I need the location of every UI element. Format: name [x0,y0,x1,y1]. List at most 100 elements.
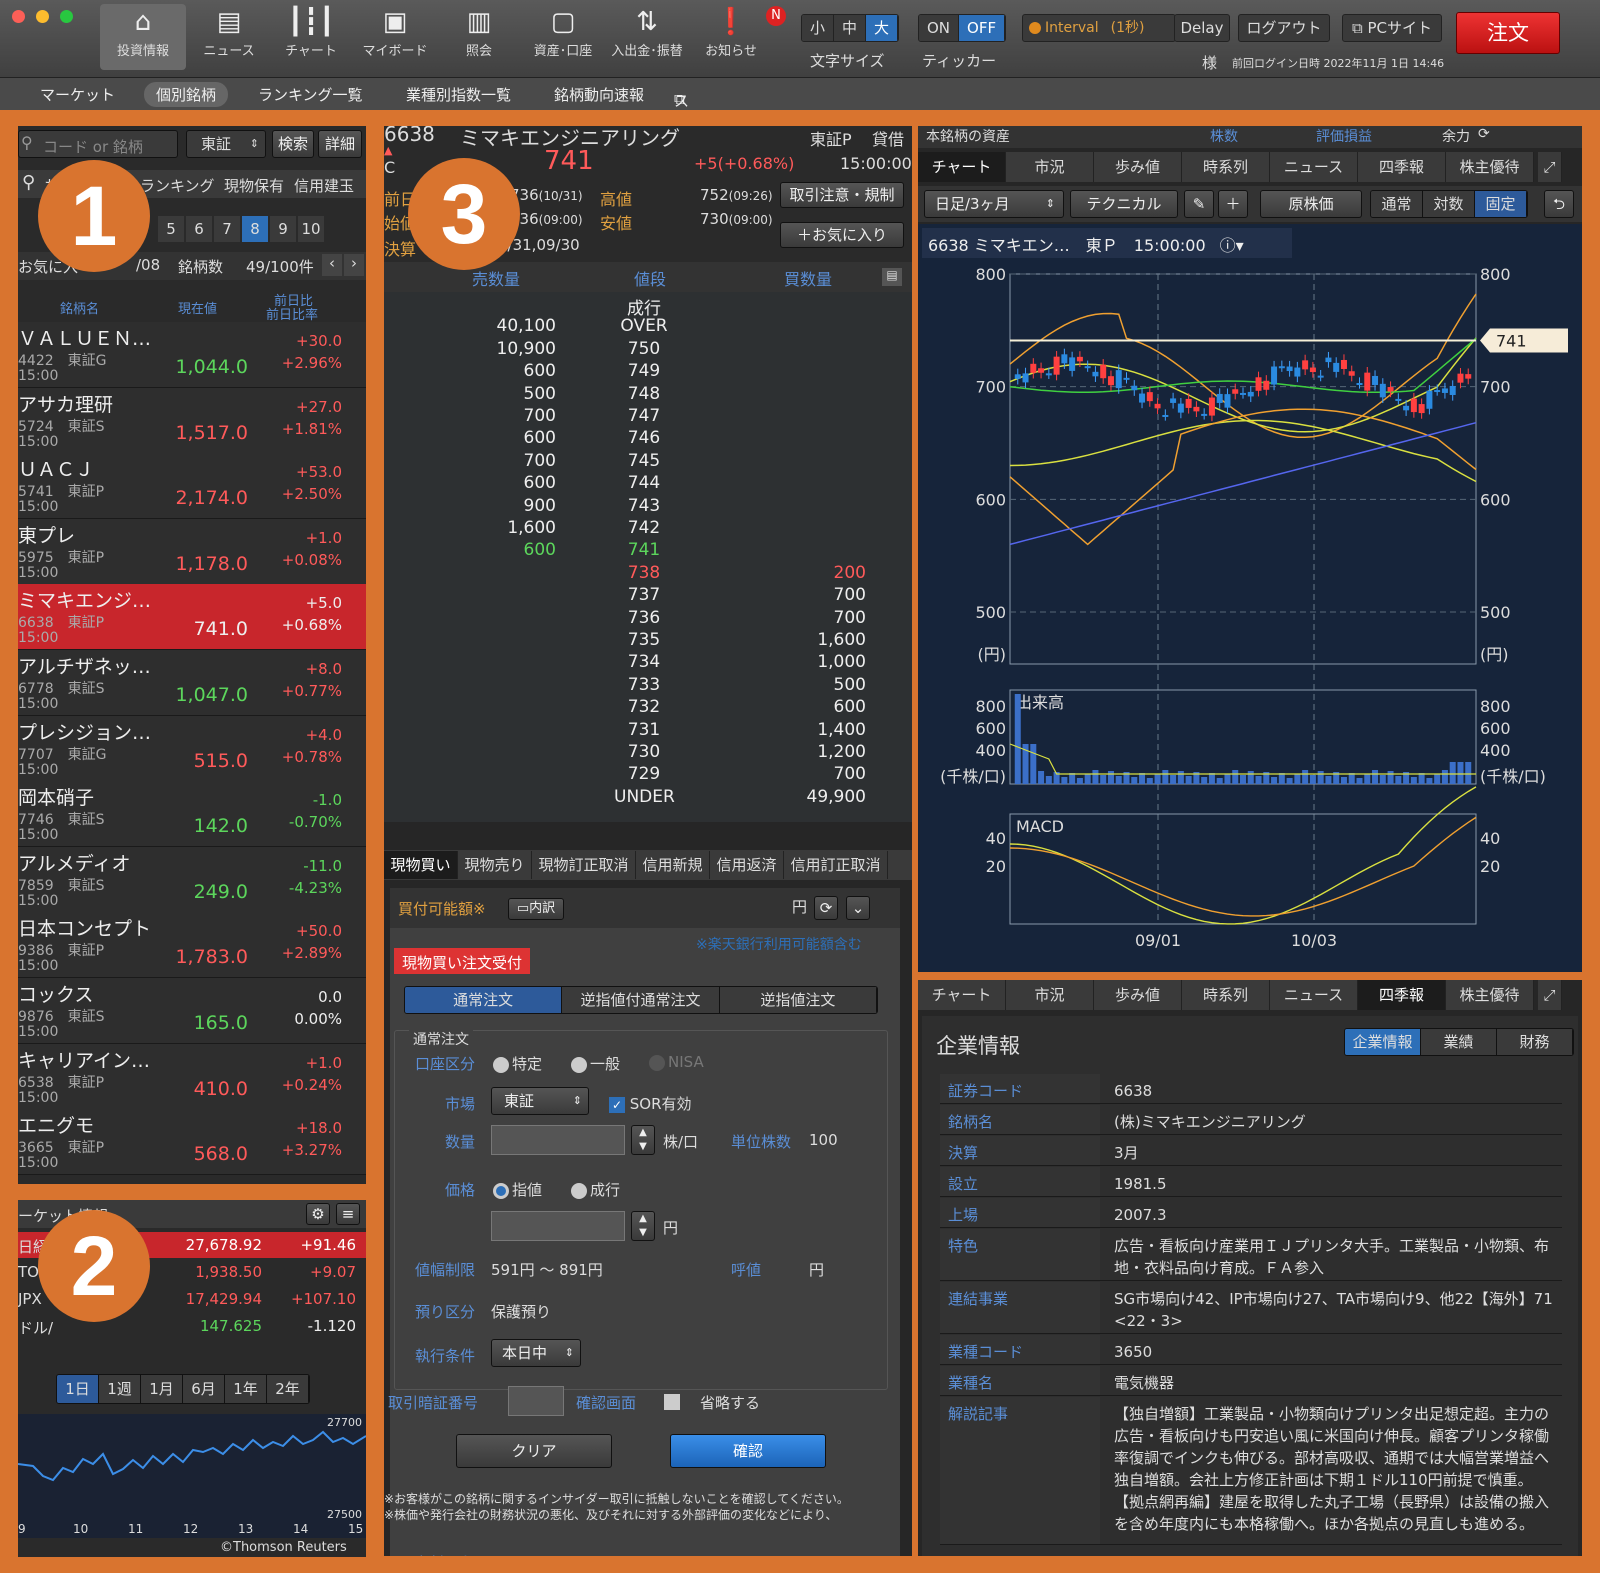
technical-button[interactable]: テクニカル [1070,190,1178,218]
toolbar-candlestick-button[interactable]: ┃┇┃ チャート [268,4,354,70]
order-type-tab[interactable]: 通常注文 [405,987,563,1013]
table-row[interactable]: 732 600 [384,697,904,720]
undo-icon[interactable]: ⮌ [1544,190,1574,218]
table-row[interactable]: 730 1,200 [384,742,904,765]
scale-mode-tab[interactable]: 通常 [1371,191,1423,217]
tab-info[interactable]: 株主優待 [1446,980,1534,1010]
maximize-window-icon[interactable] [60,10,73,23]
underlying-price-button[interactable]: 原株価 [1260,190,1362,218]
font-size-large[interactable]: 大 [866,15,899,41]
tab-info[interactable]: 時系列 [1182,980,1270,1010]
market-select[interactable]: 東証 ⇕ [186,130,266,158]
price-stepper[interactable]: ▲ ▼ [631,1211,655,1241]
table-row[interactable]: UNDER 49,900 [384,787,904,810]
table-row[interactable]: 1,600 742 [384,518,904,541]
page-9[interactable]: 9 [270,216,296,242]
search-button[interactable]: 検索 [272,130,314,158]
info-icon[interactable]: ⓘ▾ [1220,236,1244,255]
table-row[interactable]: 600 744 [384,473,904,496]
table-row[interactable]: 738 200 [384,563,904,586]
search-icon[interactable]: ⚲ [22,172,35,193]
collapse-icon[interactable]: ⌄ [846,896,870,920]
delay-button[interactable]: Delay [1174,14,1230,42]
range-tab[interactable]: 1週 [99,1375,141,1403]
list-item[interactable]: 東プレ 5975 東証P 15:00 1,178.0 +1.0 +0.08% [18,518,366,585]
add-icon[interactable]: ＋ [1218,190,1248,218]
refresh-icon[interactable]: ⟳ [814,896,838,920]
company-tab[interactable]: 企業情報 [1345,1029,1421,1055]
company-tab[interactable]: 業績 [1421,1029,1497,1055]
range-tab[interactable]: 2年 [267,1375,309,1403]
order-tab[interactable]: 現物売り [458,851,532,879]
ticker-toggle[interactable]: ON OFF [918,14,1007,42]
pin-input[interactable] [508,1386,564,1416]
condition-select[interactable]: 本日中 ⇕ [491,1339,581,1367]
table-row[interactable]: 600 749 [384,361,904,384]
font-size-small[interactable]: 小 [802,15,835,41]
order-tab[interactable]: 現物買い [384,851,458,879]
range-tab[interactable]: 1月 [141,1375,183,1403]
table-row[interactable]: 729 700 [384,764,904,787]
tab-chart[interactable]: チャート [918,152,1006,182]
ticker-off[interactable]: OFF [959,15,1006,41]
price-limit-radio[interactable]: 指値 [493,1179,542,1200]
tab-info[interactable]: 歩み値 [1094,980,1182,1010]
toolbar-book-button[interactable]: ▥ 照会 [436,4,522,70]
add-favorite-button[interactable]: ＋お気に入り [780,222,904,248]
subnav-market[interactable]: マーケット [40,84,115,105]
tab-cash-holdings[interactable]: 現物保有 [224,175,284,196]
confirm-button[interactable]: 確認 [670,1434,826,1468]
list-item[interactable]: コックス 9876 東証S 15:00 165.0 0.0 0.00% [18,978,366,1044]
tab-chart[interactable]: ニュース [1270,152,1358,182]
page-5[interactable]: 5 [158,216,184,242]
tab-margin-positions[interactable]: 信用建玉 [294,175,354,196]
order-tab[interactable]: 現物訂正取消 [532,851,636,879]
tab-chart[interactable]: 歩み値 [1094,152,1182,182]
quantity-input[interactable] [491,1125,625,1155]
toolbar-my-board-button[interactable]: ▣ マイボード [352,4,438,70]
scale-mode-tab[interactable]: 対数 [1423,191,1475,217]
table-row[interactable]: 737 700 [384,585,904,608]
tab-info[interactable]: ニュース [1270,980,1358,1010]
page-10[interactable]: 10 [298,216,324,242]
list-item[interactable]: キャリアイン… 6538 東証P 15:00 410.0 +1.0 +0.24% [18,1043,366,1110]
page-8[interactable]: 8 [242,216,268,242]
list-item[interactable]: プレシジョン… 7707 東証G 15:00 515.0 +4.0 +0.78% [18,715,366,782]
account-nisa-radio[interactable]: NISA [649,1053,704,1071]
order-type-tab[interactable]: 逆指値注文 [719,987,877,1013]
table-row[interactable]: 733 500 [384,675,904,698]
expand-icon[interactable]: ⤢ [1538,980,1562,1010]
list-item[interactable]: 日本コンセプト 9386 東証P 15:00 1,783.0 +50.0 +2.89% [18,912,366,979]
page-7[interactable]: 7 [214,216,240,242]
table-row[interactable]: 735 1,600 [384,630,904,653]
tab-info[interactable]: 四季報 [1358,980,1446,1010]
table-row[interactable]: 734 1,000 [384,652,904,675]
subnav-stock-trend[interactable]: 銘柄動向速報 [554,84,644,105]
tab-info[interactable]: 市況 [1006,980,1094,1010]
logout-button[interactable]: ログアウト [1238,14,1330,42]
refresh-icon[interactable]: ⟳ [1478,126,1490,142]
toolbar-safe-button[interactable]: ▢ 資産･口座 [520,4,606,70]
range-tab[interactable]: 1年 [225,1375,267,1403]
toolbar-home-button[interactable]: ⌂ 投資情報 [100,4,186,70]
pc-site-button[interactable]: ⧉ PCサイト [1342,14,1442,42]
expand-icon[interactable]: ⤢ [1538,152,1562,182]
table-row[interactable]: 成行 [384,294,904,319]
order-market-select[interactable]: 東証 ⇕ [491,1087,589,1115]
list-item[interactable]: ＶＡＬＵＥＮ… 4422 東証G 15:00 1,044.0 +30.0 +2.96% [18,322,366,388]
font-size-medium[interactable]: 中 [834,15,867,41]
table-row[interactable]: 731 1,400 [384,720,904,743]
order-button[interactable]: 注文 [1456,12,1560,54]
toolbar-newspaper-button[interactable]: ▤ ニュース [186,4,272,70]
tab-ranking[interactable]: ランキング [140,175,215,196]
board-settings-icon[interactable]: ▤ [882,268,902,286]
tab-chart[interactable]: 時系列 [1182,152,1270,182]
table-row[interactable]: 700 747 [384,406,904,429]
gear-icon[interactable]: ⚙ [306,1203,330,1225]
order-tab[interactable]: 信用返済 [710,851,784,879]
table-row[interactable]: 10,900 750 [384,339,904,362]
tab-chart[interactable]: 市況 [1006,152,1094,182]
subnav-sector-index[interactable]: 業種別指数一覧 [406,84,511,105]
quantity-stepper[interactable]: ▲ ▼ [631,1125,655,1155]
draw-pencil-icon[interactable]: ✎ [1184,190,1214,218]
